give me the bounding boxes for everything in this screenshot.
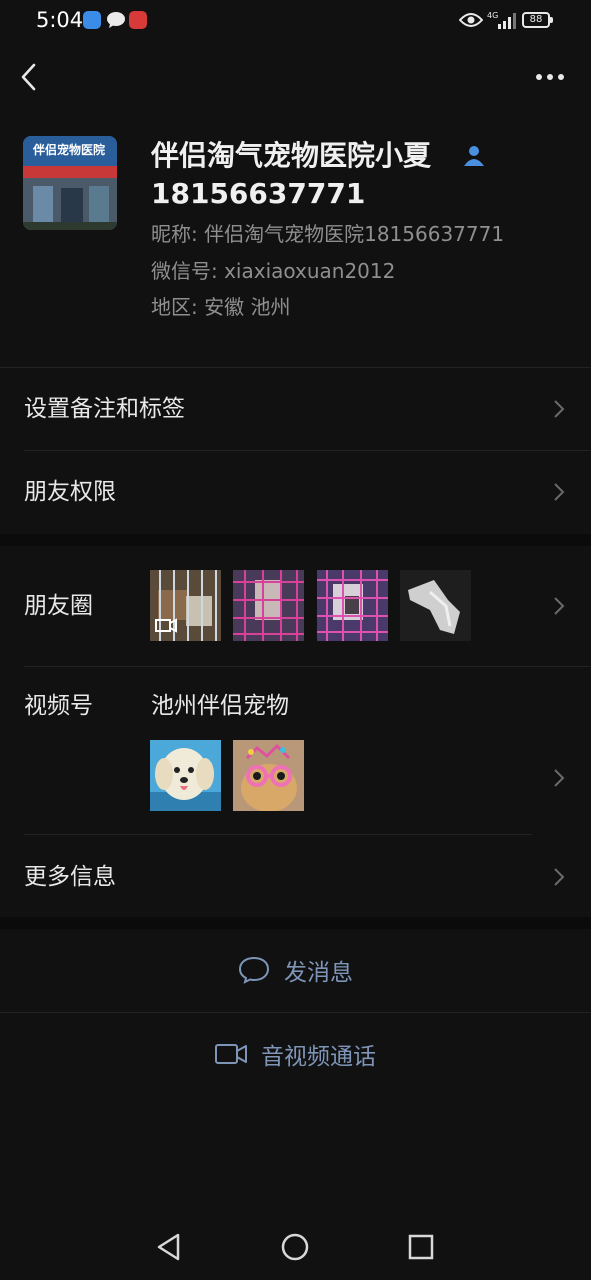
profile-nickname: 昵称: 伴侣淘气宠物医院18156637771 (151, 222, 505, 246)
send-message-label: 发消息 (284, 960, 353, 986)
profile-wechat-id: 微信号: xiaxiaoxuan2012 (151, 259, 396, 283)
chat-bubble-icon (238, 956, 270, 984)
triangle-back-icon (157, 1233, 180, 1261)
chevron-left-icon (21, 63, 36, 91)
video-call-button[interactable]: 音视频通话 (0, 1013, 591, 1095)
channels-row[interactable]: 视频号 池州伴侣宠物 (0, 667, 591, 834)
contact-person-icon (462, 144, 486, 168)
profile-name-phone: 18156637771 (151, 177, 366, 210)
section-separator (0, 534, 591, 546)
chevron-right-icon (554, 400, 565, 418)
status-time: 5:04 (36, 8, 84, 32)
moments-label: 朋友圈 (24, 593, 93, 619)
signal-icon: 4G (487, 10, 517, 34)
more-info-label: 更多信息 (24, 864, 116, 890)
nav-back-button[interactable] (154, 1230, 184, 1264)
battery-icon: 88 (522, 12, 553, 28)
empty-area (0, 1095, 591, 1200)
news-notification-icon (129, 11, 147, 29)
more-info-row[interactable]: 更多信息 (0, 835, 591, 917)
channels-name: 池州伴侣宠物 (151, 693, 289, 719)
avatar-sign-text: 伴侣宠物医院 (33, 143, 106, 157)
avatar[interactable]: 伴侣宠物医院 (23, 136, 117, 230)
chevron-right-icon (554, 769, 565, 787)
friend-permissions-label: 朋友权限 (24, 479, 116, 505)
send-message-button[interactable]: 发消息 (0, 929, 591, 1011)
friend-permissions-row[interactable]: 朋友权限 (0, 451, 591, 533)
status-bar: 5:04 4G 88 (0, 0, 591, 44)
square-recents-icon (408, 1234, 434, 1260)
set-remark-label: 设置备注和标签 (24, 396, 185, 422)
svg-text:4G: 4G (487, 11, 498, 20)
moments-photo-4 (400, 570, 471, 641)
moments-row[interactable]: 朋友圈 (0, 546, 591, 666)
nav-recents-button[interactable] (406, 1230, 436, 1264)
eye-icon (458, 12, 484, 32)
more-button[interactable] (530, 62, 570, 92)
more-dots-icon (536, 74, 564, 80)
chat-notification-icon (106, 11, 126, 33)
profile-region: 地区: 安徽 池州 (151, 295, 291, 319)
app-notification-icon (83, 11, 101, 29)
channels-video-2 (233, 740, 304, 811)
chevron-right-icon (554, 483, 565, 501)
profile-name: 伴侣淘气宠物医院小夏 (151, 139, 432, 172)
video-camera-icon (215, 1044, 247, 1064)
set-remark-row[interactable]: 设置备注和标签 (0, 368, 591, 450)
chevron-right-icon (554, 597, 565, 615)
moments-photo-2 (233, 570, 304, 641)
video-call-label: 音视频通话 (261, 1044, 376, 1070)
channels-video-1 (150, 740, 221, 811)
chevron-right-icon (554, 868, 565, 886)
nav-home-button[interactable] (280, 1230, 310, 1264)
moments-photo-1 (150, 570, 221, 641)
back-button[interactable] (14, 60, 46, 96)
channels-label: 视频号 (24, 693, 93, 719)
section-separator (0, 917, 591, 929)
circle-home-icon (281, 1233, 309, 1261)
moments-photo-3 (317, 570, 388, 641)
